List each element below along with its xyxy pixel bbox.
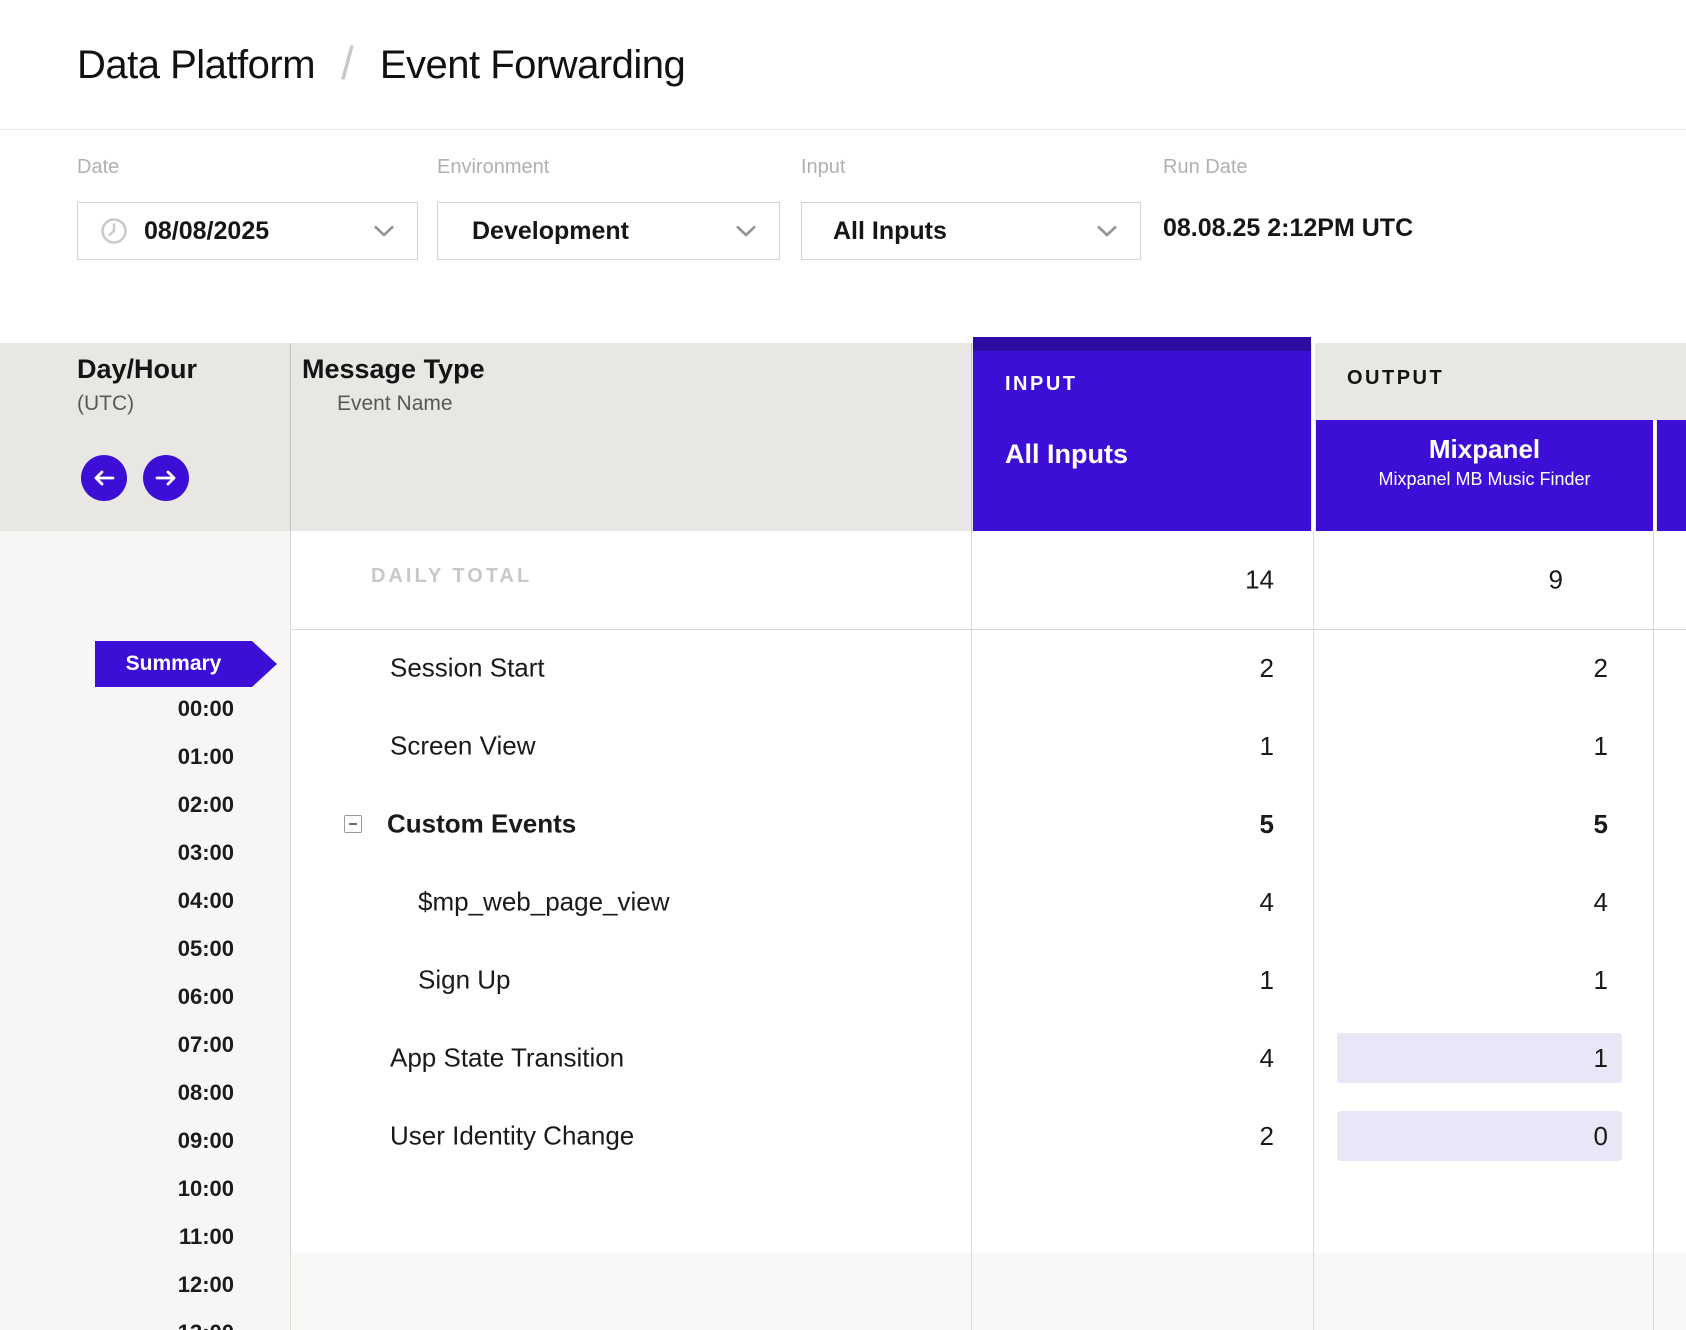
mixpanel-cell-value-highlighted: 1 bbox=[1337, 1033, 1622, 1083]
hour-label[interactable]: 07:00 bbox=[0, 1032, 234, 1058]
event-forwarding-page: Data Platform / Event Forwarding Date En… bbox=[0, 0, 1686, 1330]
hour-label[interactable]: 13:00 bbox=[0, 1320, 234, 1330]
table-row-group: Custom Events 5 5 bbox=[0, 785, 1686, 863]
run-date-label: Run Date bbox=[1163, 156, 1248, 179]
hour-label[interactable]: 04:00 bbox=[0, 888, 234, 914]
summary-badge-arrow bbox=[252, 641, 277, 687]
input-column-header[interactable]: INPUT All Inputs bbox=[973, 337, 1311, 531]
row-label: Screen View bbox=[390, 731, 536, 762]
input-cell-value: 5 bbox=[973, 799, 1274, 849]
mixpanel-column-name: Mixpanel bbox=[1316, 434, 1653, 465]
column-divider bbox=[971, 343, 972, 531]
input-cell-value: 2 bbox=[973, 643, 1274, 693]
hour-label[interactable]: 06:00 bbox=[0, 984, 234, 1010]
mixpanel-column-subtitle: Mixpanel MB Music Finder bbox=[1316, 469, 1653, 490]
mixpanel-cell-value-highlighted: 0 bbox=[1337, 1111, 1622, 1161]
table-footer-band bbox=[291, 1253, 1686, 1330]
summary-badge[interactable]: Summary bbox=[95, 641, 252, 687]
input-cell-value: 1 bbox=[973, 955, 1274, 1005]
table-row: Screen View 1 1 bbox=[0, 707, 1686, 785]
input-section-label: INPUT bbox=[1005, 373, 1078, 396]
hour-label[interactable]: 02:00 bbox=[0, 792, 234, 818]
input-column-top-strip bbox=[973, 337, 1311, 351]
mixpanel-cell-value: 1 bbox=[1337, 721, 1622, 771]
hour-label[interactable]: 11:00 bbox=[0, 1224, 234, 1250]
mixpanel-cell-value: 1 bbox=[1337, 955, 1622, 1005]
breadcrumb: Data Platform / Event Forwarding bbox=[77, 0, 685, 130]
hour-label[interactable]: 10:00 bbox=[0, 1176, 234, 1202]
date-filter-label: Date bbox=[77, 156, 119, 179]
date-dropdown[interactable]: 08/08/2025 bbox=[77, 202, 418, 260]
header-seam bbox=[1312, 337, 1315, 531]
hour-label[interactable]: 09:00 bbox=[0, 1128, 234, 1154]
arrow-left-icon bbox=[92, 470, 116, 486]
chevron-down-icon bbox=[735, 225, 757, 238]
mixpanel-cell-value: 5 bbox=[1337, 799, 1622, 849]
column-divider bbox=[290, 343, 291, 531]
breadcrumb-separator: / bbox=[341, 36, 354, 90]
row-label: App State Transition bbox=[390, 1043, 624, 1074]
next-day-button[interactable] bbox=[143, 455, 189, 501]
input-cell-value: 1 bbox=[973, 721, 1274, 771]
header-seam bbox=[1653, 420, 1656, 531]
environment-value: Development bbox=[472, 217, 629, 246]
summary-label: Summary bbox=[126, 652, 222, 676]
event-name-subheader: Event Name bbox=[337, 392, 453, 416]
mixpanel-cell-value: 2 bbox=[1337, 643, 1622, 693]
collapse-minus-icon[interactable] bbox=[344, 815, 362, 833]
event-rows: Session Start 2 2 Screen View 1 1 Custom… bbox=[0, 629, 1686, 1175]
hour-label[interactable]: 00:00 bbox=[0, 696, 234, 722]
row-label: User Identity Change bbox=[390, 1121, 634, 1152]
top-bar: Data Platform / Event Forwarding bbox=[0, 0, 1686, 130]
table-row-child: $mp_web_page_view 4 4 bbox=[0, 863, 1686, 941]
day-hour-header: Day/Hour bbox=[77, 354, 197, 385]
table-row: User Identity Change 2 0 bbox=[0, 1097, 1686, 1175]
breadcrumb-section-link[interactable]: Data Platform bbox=[77, 43, 315, 88]
row-label: $mp_web_page_view bbox=[418, 887, 670, 918]
input-value: All Inputs bbox=[833, 217, 947, 246]
hour-label[interactable]: 12:00 bbox=[0, 1272, 234, 1298]
utc-label: (UTC) bbox=[77, 392, 134, 416]
daily-total-mixpanel-value: 9 bbox=[1315, 565, 1608, 596]
hour-label[interactable]: 03:00 bbox=[0, 840, 234, 866]
run-date-value: 08.08.25 2:12PM UTC bbox=[1163, 214, 1413, 243]
message-type-header: Message Type bbox=[302, 354, 485, 385]
next-output-column-partial bbox=[1657, 420, 1686, 531]
filter-bar: Date Environment Input Run Date 08/08/20… bbox=[0, 130, 1686, 343]
environment-filter-label: Environment bbox=[437, 156, 549, 179]
clock-icon bbox=[100, 217, 128, 245]
hour-label[interactable]: 05:00 bbox=[0, 936, 234, 962]
input-cell-value: 2 bbox=[973, 1111, 1274, 1161]
input-dropdown[interactable]: All Inputs bbox=[801, 202, 1141, 260]
input-filter-label: Input bbox=[801, 156, 845, 179]
mixpanel-column-header[interactable]: Mixpanel Mixpanel MB Music Finder bbox=[1316, 420, 1653, 531]
output-section-label: OUTPUT bbox=[1347, 367, 1444, 390]
row-label: Custom Events bbox=[387, 809, 576, 840]
daily-total-input-value: 14 bbox=[973, 565, 1274, 596]
mixpanel-cell-value: 4 bbox=[1337, 877, 1622, 927]
input-cell-value: 4 bbox=[973, 877, 1274, 927]
row-label: Session Start bbox=[390, 653, 545, 684]
page-title: Event Forwarding bbox=[380, 43, 685, 88]
row-label: Sign Up bbox=[418, 965, 511, 996]
input-column-name: All Inputs bbox=[1005, 439, 1128, 470]
hour-label[interactable]: 08:00 bbox=[0, 1080, 234, 1106]
date-value: 08/08/2025 bbox=[144, 217, 269, 246]
table-row-child: Sign Up 1 1 bbox=[0, 941, 1686, 1019]
hour-label[interactable]: 01:00 bbox=[0, 744, 234, 770]
table-row: App State Transition 4 1 bbox=[0, 1019, 1686, 1097]
input-cell-value: 4 bbox=[973, 1033, 1274, 1083]
prev-day-button[interactable] bbox=[81, 455, 127, 501]
chevron-down-icon bbox=[1096, 225, 1118, 238]
arrow-right-icon bbox=[154, 470, 178, 486]
chevron-down-icon bbox=[373, 225, 395, 238]
environment-dropdown[interactable]: Development bbox=[437, 202, 780, 260]
daily-total-label: DAILY TOTAL bbox=[371, 565, 532, 588]
